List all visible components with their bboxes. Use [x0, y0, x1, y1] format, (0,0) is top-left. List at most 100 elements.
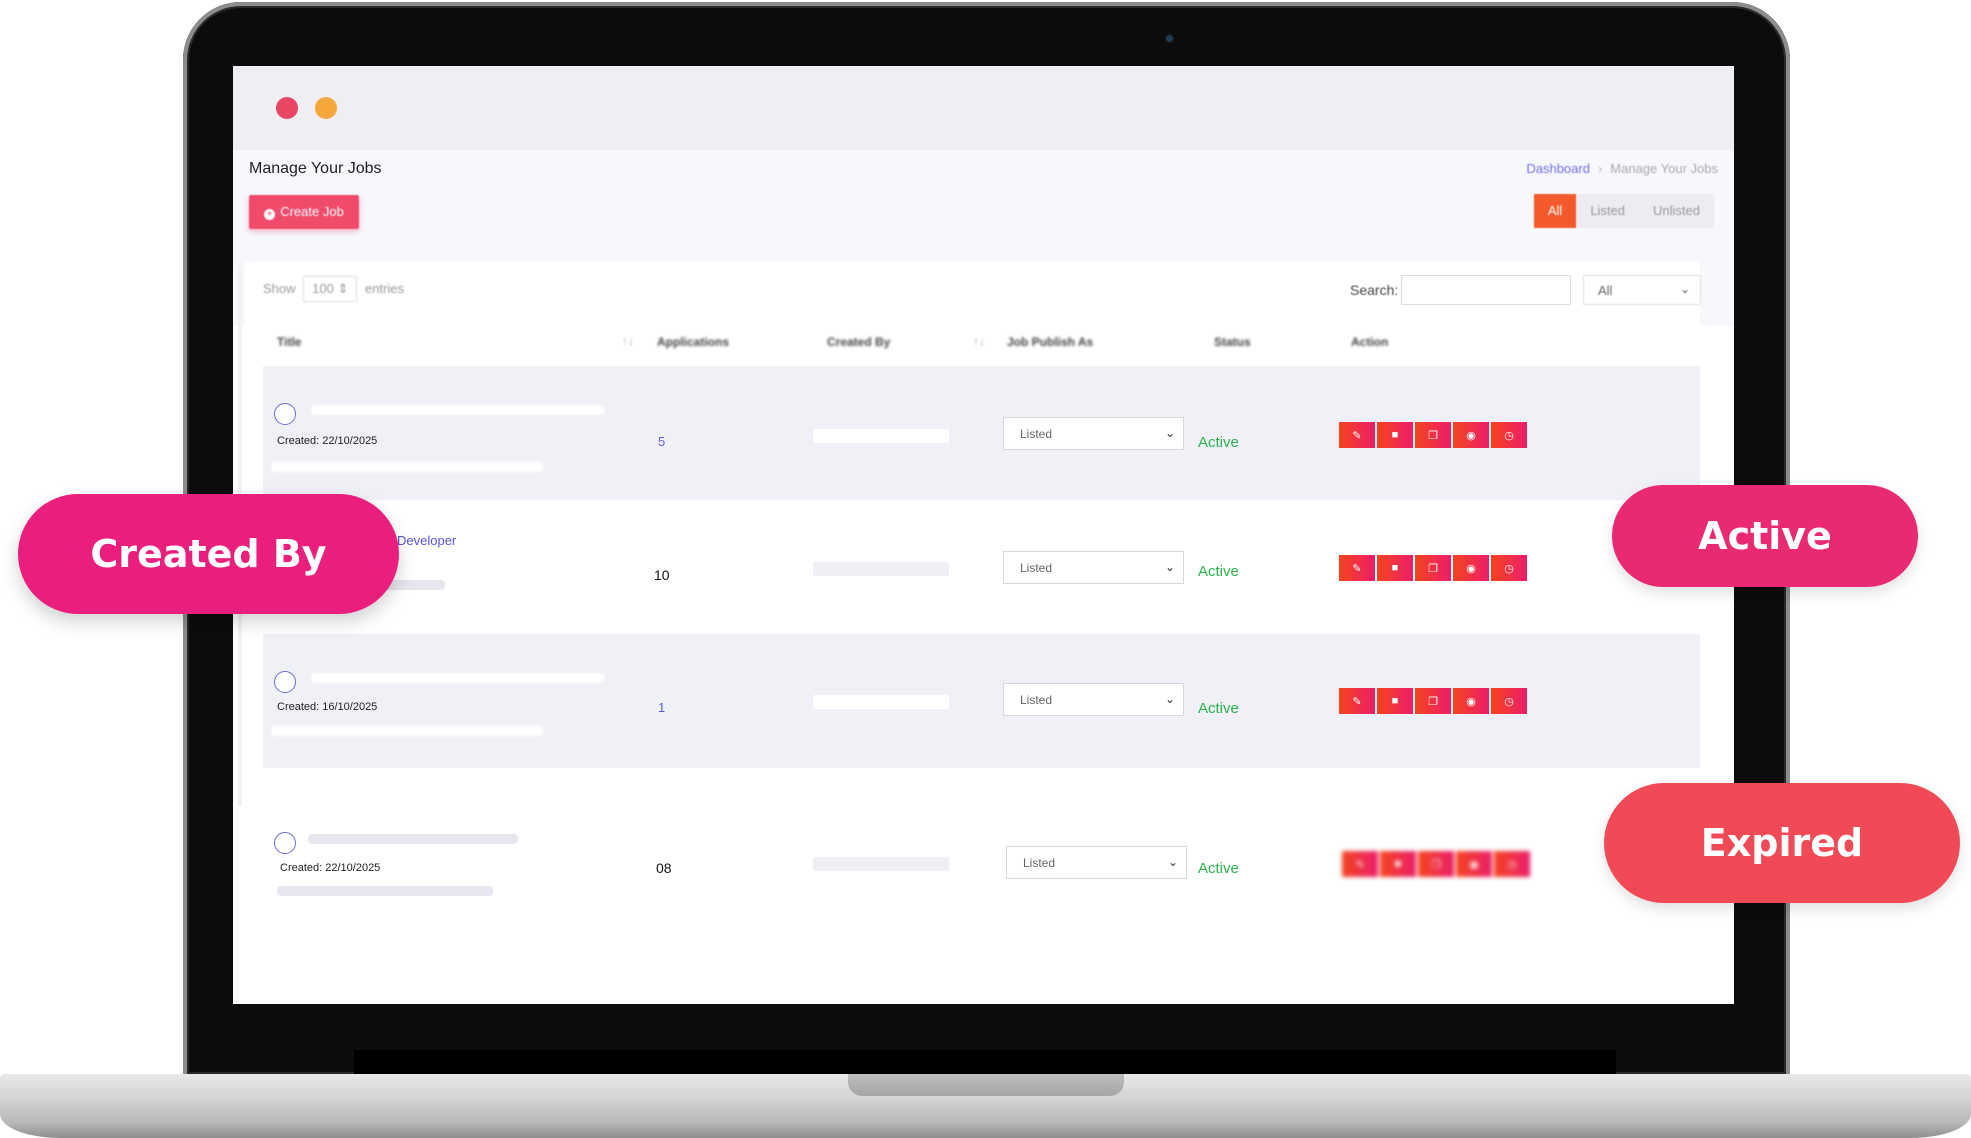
column-header-applications[interactable]: Applications	[657, 335, 729, 349]
job-publish-value: Listed	[1023, 856, 1056, 870]
breadcrumb-separator: ›	[1597, 161, 1603, 176]
job-publish-value: Listed	[1020, 561, 1053, 575]
view-button[interactable]: ◉	[1453, 688, 1489, 714]
create-job-button[interactable]: + Create Job	[249, 195, 359, 229]
status-filter-select[interactable]: All ⌄	[1583, 275, 1701, 305]
screen-bezel-bottom	[354, 1050, 1616, 1074]
search-label: Search:	[1350, 282, 1399, 298]
laptop-notch	[848, 1074, 1124, 1096]
job-filter-tabs: All Listed Unlisted	[1533, 194, 1714, 228]
delete-button[interactable]: ■	[1380, 851, 1416, 877]
job-publish-select[interactable]: Listed ⌄	[1003, 417, 1184, 450]
status-badge: Active	[1198, 563, 1239, 580]
close-window-button[interactable]	[276, 97, 298, 119]
table-row: Created: 22/10/2025 08 Listed ⌄ Active ✎ …	[263, 796, 1700, 930]
edit-button[interactable]: ✎	[1339, 555, 1375, 581]
column-header-created-by[interactable]: Created By	[827, 335, 890, 349]
job-title-link[interactable]: Developer	[397, 533, 456, 548]
history-button[interactable]: ◷	[1491, 555, 1527, 581]
breadcrumb-current: Manage Your Jobs	[1610, 161, 1718, 176]
job-publish-select[interactable]: Listed ⌄	[1006, 846, 1187, 879]
job-publish-select[interactable]: Listed ⌄	[1003, 683, 1184, 716]
table-row: Developer 10 Listed ⌄ Active ✎ ■ ❐ ◉ ◷	[263, 500, 1700, 634]
created-by-value	[813, 429, 949, 443]
applications-count[interactable]: 10	[654, 567, 670, 583]
edit-icon: ✎	[1352, 695, 1362, 708]
row-select-checkbox[interactable]	[274, 403, 296, 425]
chevron-down-icon: ⌄	[1164, 692, 1175, 706]
column-header-action: Action	[1351, 335, 1389, 349]
history-button[interactable]: ◷	[1494, 851, 1530, 877]
eye-icon: ◉	[1466, 695, 1476, 708]
chevron-down-icon: ⌄	[1679, 282, 1690, 296]
status-badge: Active	[1198, 860, 1239, 877]
clock-icon: ◷	[1504, 429, 1514, 442]
job-title-text	[311, 405, 604, 415]
copy-icon: ❐	[1428, 562, 1438, 575]
entries-value: 100	[312, 281, 334, 296]
trash-icon: ■	[1391, 695, 1399, 707]
created-date: Created: 16/10/2025	[277, 701, 378, 713]
view-button[interactable]: ◉	[1453, 555, 1489, 581]
trash-icon: ■	[1391, 429, 1399, 441]
sort-icon[interactable]: ↑↓	[622, 334, 634, 348]
create-job-label: Create Job	[280, 204, 344, 219]
clock-icon: ◷	[1507, 858, 1517, 871]
eye-icon: ◉	[1466, 429, 1476, 442]
job-publish-select[interactable]: Listed ⌄	[1003, 551, 1184, 584]
tab-listed[interactable]: Listed	[1576, 194, 1639, 228]
table-row: Created: 16/10/2025 1 Listed ⌄ Active ✎ ■…	[263, 634, 1700, 768]
created-by-value	[813, 857, 949, 871]
job-publish-value: Listed	[1020, 427, 1053, 441]
history-button[interactable]: ◷	[1491, 422, 1527, 448]
applications-count-link[interactable]: 5	[658, 434, 665, 449]
column-header-publish-as[interactable]: Job Publish As	[1007, 335, 1093, 349]
tab-unlisted[interactable]: Unlisted	[1639, 194, 1714, 228]
delete-button[interactable]: ■	[1377, 688, 1413, 714]
show-entries-control: Show 100 ⇕ entries	[263, 276, 404, 302]
eye-icon: ◉	[1469, 858, 1479, 871]
edit-button[interactable]: ✎	[1339, 422, 1375, 448]
edit-button[interactable]: ✎	[1342, 851, 1378, 877]
tab-all[interactable]: All	[1533, 194, 1577, 228]
search-input[interactable]	[1401, 275, 1571, 305]
view-button[interactable]: ◉	[1453, 422, 1489, 448]
delete-button[interactable]: ■	[1377, 555, 1413, 581]
status-filter-value: All	[1598, 283, 1613, 298]
edit-icon: ✎	[1352, 429, 1362, 442]
eye-icon: ◉	[1466, 562, 1476, 575]
sort-icon[interactable]: ↑↓	[973, 334, 985, 348]
breadcrumb: Dashboard › Manage Your Jobs	[1526, 161, 1718, 176]
row-select-checkbox[interactable]	[274, 671, 296, 693]
job-publish-value: Listed	[1020, 693, 1053, 707]
copy-icon: ❐	[1428, 695, 1438, 708]
active-callout: Active	[1612, 485, 1918, 587]
copy-button[interactable]: ❐	[1415, 688, 1451, 714]
view-button[interactable]: ◉	[1456, 851, 1492, 877]
created-date: Created: 22/10/2025	[277, 435, 378, 447]
copy-icon: ❐	[1431, 858, 1441, 871]
applications-count[interactable]: 08	[656, 860, 672, 876]
delete-button[interactable]: ■	[1377, 422, 1413, 448]
plus-icon: +	[264, 209, 276, 220]
clock-icon: ◷	[1504, 562, 1514, 575]
minimize-window-button[interactable]	[315, 97, 337, 119]
edit-icon: ✎	[1355, 858, 1365, 871]
applications-count-link[interactable]: 1	[658, 700, 665, 715]
page-title: Manage Your Jobs	[249, 160, 382, 177]
status-badge: Active	[1198, 700, 1239, 717]
copy-button[interactable]: ❐	[1418, 851, 1454, 877]
entries-select[interactable]: 100 ⇕	[303, 276, 358, 302]
edit-button[interactable]: ✎	[1339, 688, 1375, 714]
history-button[interactable]: ◷	[1491, 688, 1527, 714]
trash-icon: ■	[1394, 858, 1402, 870]
breadcrumb-dashboard-link[interactable]: Dashboard	[1526, 161, 1590, 176]
copy-button[interactable]: ❐	[1415, 422, 1451, 448]
copy-button[interactable]: ❐	[1415, 555, 1451, 581]
row-select-checkbox[interactable]	[274, 832, 296, 854]
created-by-value	[813, 562, 949, 576]
chevron-down-icon: ⌄	[1164, 426, 1175, 440]
created-by-callout: Created By	[18, 494, 399, 614]
column-header-title[interactable]: Title	[277, 335, 301, 349]
row-actions: ✎ ■ ❐ ◉ ◷	[1339, 422, 1527, 448]
